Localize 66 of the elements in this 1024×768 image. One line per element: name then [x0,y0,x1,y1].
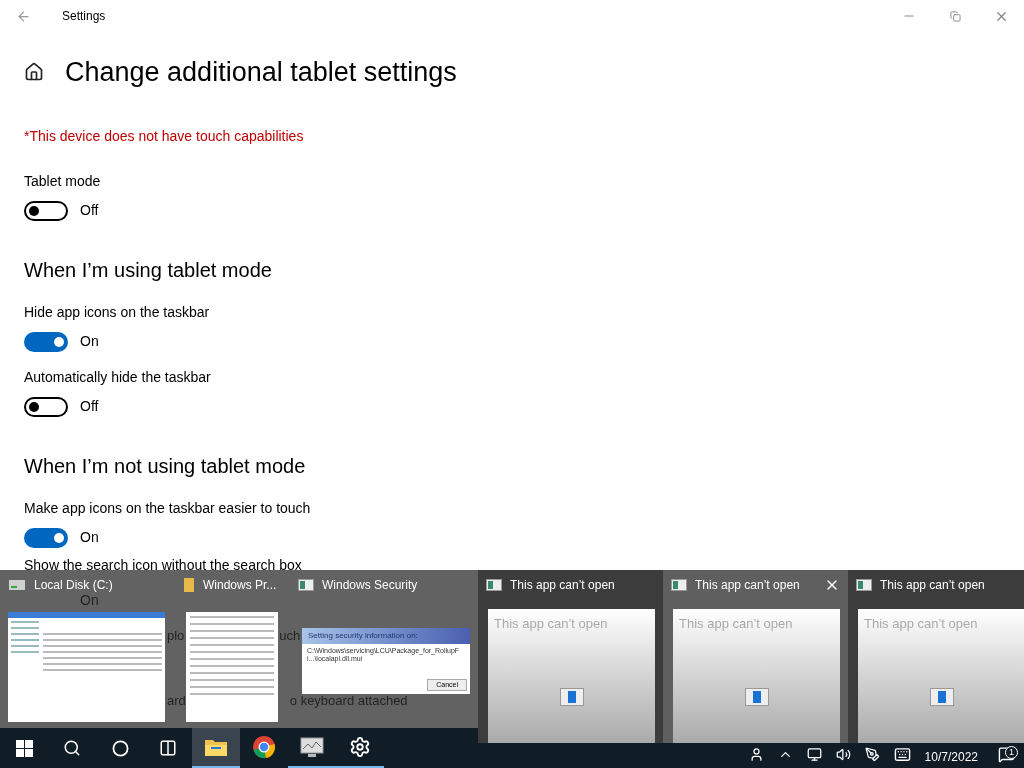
thumbnail-title: This app can’t open [510,577,615,594]
home-button[interactable] [24,62,44,82]
keyboard-icon[interactable] [893,745,911,763]
app-window-icon [486,579,502,591]
toggle-state: On [80,592,99,608]
task-view-icon [159,739,177,757]
circle-icon [111,739,129,757]
drive-icon [8,578,26,592]
network-icon[interactable] [806,746,822,762]
browser-icon [252,735,276,759]
app-window-icon [744,687,769,706]
toggle-state: Off [80,397,99,416]
preview-text: This app can’t open [679,615,793,633]
gear-icon [349,736,371,758]
folder-icon [204,737,228,757]
app-window-icon [298,579,314,591]
setting-label: Tablet mode [24,172,102,191]
setting-label: uch [279,628,301,644]
window-thumbnail[interactable]: This app can’t open This app can’t open [848,570,1024,743]
date-text[interactable]: 10/7/2022 [924,748,978,766]
setting-label: Show the search icon without the search box [24,557,302,573]
setting-label: o keyboard attached [289,693,408,709]
toggle-state: Off [80,201,99,220]
monitor-icon [299,736,325,758]
notice-text: *This device does not have touch capabilities [24,127,304,146]
speech-bubble-icon [997,745,1015,763]
setting-label: Hide app icons on the taskbar [24,303,211,322]
volume-icon[interactable] [835,746,851,762]
people-icon[interactable] [748,746,764,762]
section-heading: When I’m using tablet mode [24,258,273,283]
app-window-icon [929,687,954,706]
thumbnail-title: Windows Pr... [203,577,277,594]
preview-text: This app can’t open [494,615,608,633]
toggle-state: On [80,528,99,547]
search-icon [63,739,81,757]
toggle-switch[interactable] [24,527,68,548]
toggle-switch[interactable] [24,331,68,352]
preview-text: This app can’t open [864,615,978,633]
setting-label: plo [167,628,185,644]
setting-label: ard [167,693,186,709]
home-icon [24,62,44,82]
taskbar-app[interactable] [192,728,240,768]
toggle-state: On [80,332,99,351]
app-window-icon [671,579,687,591]
app-window-icon [856,579,872,591]
app-window-icon [559,687,584,706]
page-title: Change additional tablet settings [65,55,457,89]
thumbnail-title: Windows Security [322,577,418,594]
toggle-switch[interactable] [24,396,68,417]
toggle-switch[interactable] [24,200,68,221]
notifications-button[interactable]: 1 [992,743,1020,765]
thumbnail-title: This app can’t open [880,577,985,594]
pen-icon[interactable] [864,746,880,762]
window-thumbnail[interactable]: This app can’t open This app can’t open [478,570,663,743]
thumbnail-title: This app can’t open [695,577,800,594]
windows-logo-icon [15,739,33,757]
dialog-title: Setting security information on: [308,631,418,641]
setting-label: Automatically hide the taskbar [24,368,212,387]
window-title: Settings [62,8,106,25]
restore-icon [949,10,961,22]
folder-icon [183,577,195,593]
notification-count: 1 [1005,746,1018,759]
thumbnail-title: Local Disk (C:) [34,577,113,594]
section-heading: When I’m not using tablet mode [24,454,307,479]
back-arrow-icon [15,8,31,24]
setting-label: Make app icons on the taskbar easier to touch [24,499,312,518]
